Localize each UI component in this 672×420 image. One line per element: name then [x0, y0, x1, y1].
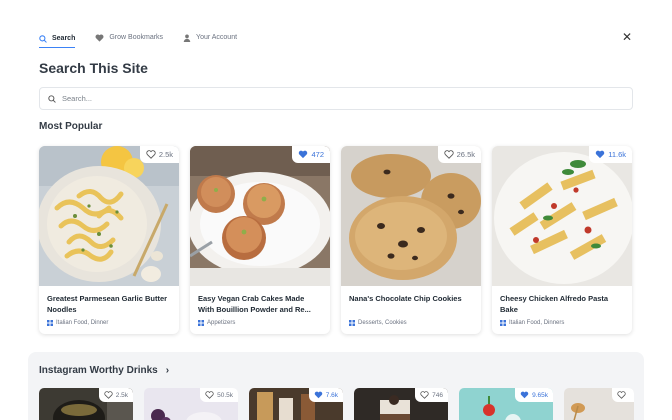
like-badge[interactable]: 2.5k	[139, 146, 179, 163]
recipe-image: 11.6k	[492, 146, 632, 286]
grid-icon	[349, 320, 355, 326]
recipe-categories: Desserts, Cookies	[349, 320, 407, 326]
heart-filled-icon	[595, 150, 605, 159]
drink-card[interactable]: 746	[354, 388, 448, 420]
category-label: Appetizers	[207, 320, 236, 326]
recipe-title[interactable]: Nana's Chocolate Chip Cookies	[349, 294, 473, 305]
tab-label: Search	[52, 35, 76, 42]
like-count: 472	[311, 150, 324, 159]
grid-icon	[500, 320, 506, 326]
like-count: 2.5k	[115, 391, 128, 399]
category-label: Desserts, Cookies	[358, 320, 407, 326]
like-badge[interactable]: 2.5k	[98, 388, 133, 402]
tab-label: Grow Bookmarks	[109, 34, 164, 41]
page-title: Search This Site	[39, 60, 148, 76]
drink-card[interactable]: 9.65k	[459, 388, 553, 420]
grid-icon	[47, 320, 53, 326]
tab-bookmarks[interactable]: Grow Bookmarks	[95, 30, 163, 45]
heart-outline-icon	[146, 150, 156, 159]
like-count: 26.5k	[456, 150, 475, 159]
drink-card[interactable]: 7.6k	[249, 388, 343, 420]
heart-outline-icon	[205, 391, 214, 399]
heart-outline-icon	[420, 391, 429, 399]
category-label: Italian Food, Dinner	[56, 320, 109, 326]
chevron-right-icon: ›	[165, 365, 170, 376]
search-input[interactable]	[62, 94, 602, 103]
drink-card-list: 2.5k 50.5k 7.6k 746 9.65k	[39, 388, 634, 420]
recipe-title[interactable]: Cheesy Chicken Alfredo Pasta Bake	[500, 294, 624, 315]
like-badge[interactable]: 11.6k	[589, 146, 632, 163]
search-icon	[48, 94, 56, 103]
recipe-card[interactable]: 26.5k Nana's Chocolate Chip Cookies Dess…	[341, 146, 481, 334]
like-count: 7.6k	[325, 391, 338, 399]
recipe-image: 472	[190, 146, 330, 286]
heart-filled-icon	[314, 391, 322, 399]
recipe-card[interactable]: 11.6k Cheesy Chicken Alfredo Pasta Bake …	[492, 146, 632, 334]
like-badge[interactable]: 9.65k	[515, 388, 553, 402]
drink-card[interactable]: 2.5k	[39, 388, 133, 420]
like-badge[interactable]: 7.6k	[308, 388, 343, 402]
drinks-title-label: Instagram Worthy Drinks	[39, 365, 158, 376]
heart-filled-icon	[520, 391, 529, 399]
recipe-categories: Appetizers	[198, 320, 235, 326]
recipe-image: 2.5k	[39, 146, 179, 286]
heart-outline-icon	[443, 150, 454, 159]
like-badge[interactable]: 50.5k	[200, 388, 238, 402]
recipe-categories: Italian Food, Dinner	[47, 320, 108, 326]
most-popular-title: Most Popular	[39, 121, 103, 132]
heart-filled-icon	[299, 150, 308, 159]
drink-card[interactable]	[564, 388, 634, 420]
grid-icon	[198, 320, 204, 326]
like-badge[interactable]: 746	[415, 388, 448, 402]
recipe-card-list: 2.5k Greatest Parmesean Garlic Butter No…	[39, 146, 632, 334]
like-count: 2.5k	[158, 150, 173, 159]
like-count: 746	[432, 391, 443, 399]
recipe-categories: Italian Food, Dinners	[500, 320, 564, 326]
recipe-card[interactable]: 2.5k Greatest Parmesean Garlic Butter No…	[39, 146, 179, 334]
tab-account[interactable]: Your Account	[183, 30, 237, 45]
tab-search[interactable]: Search	[39, 30, 76, 48]
drinks-title[interactable]: Instagram Worthy Drinks ›	[39, 365, 169, 376]
close-icon[interactable]: ✕	[622, 30, 632, 44]
like-count: 9.65k	[532, 391, 548, 399]
recipe-title[interactable]: Easy Vegan Crab Cakes Made With Bouillio…	[198, 294, 322, 315]
like-count: 50.5k	[217, 391, 233, 399]
heart-icon	[95, 33, 104, 42]
tab-label: Your Account	[196, 34, 238, 41]
user-icon	[183, 34, 191, 42]
like-badge[interactable]: 472	[292, 146, 330, 163]
search-icon	[39, 34, 47, 43]
search-bar[interactable]	[39, 87, 633, 110]
heart-outline-icon	[617, 391, 626, 399]
category-label: Italian Food, Dinners	[509, 320, 565, 326]
like-badge[interactable]	[612, 388, 634, 402]
tab-bar: Search Grow Bookmarks Your Account	[39, 30, 257, 48]
like-badge[interactable]: 26.5k	[437, 146, 481, 163]
drink-card[interactable]: 50.5k	[144, 388, 238, 420]
recipe-image: 26.5k	[341, 146, 481, 286]
recipe-card[interactable]: 472 Easy Vegan Crab Cakes Made With Boui…	[190, 146, 330, 334]
recipe-title[interactable]: Greatest Parmesean Garlic Butter Noodles	[47, 294, 171, 315]
like-count: 11.6k	[608, 150, 626, 159]
heart-outline-icon	[104, 391, 113, 399]
